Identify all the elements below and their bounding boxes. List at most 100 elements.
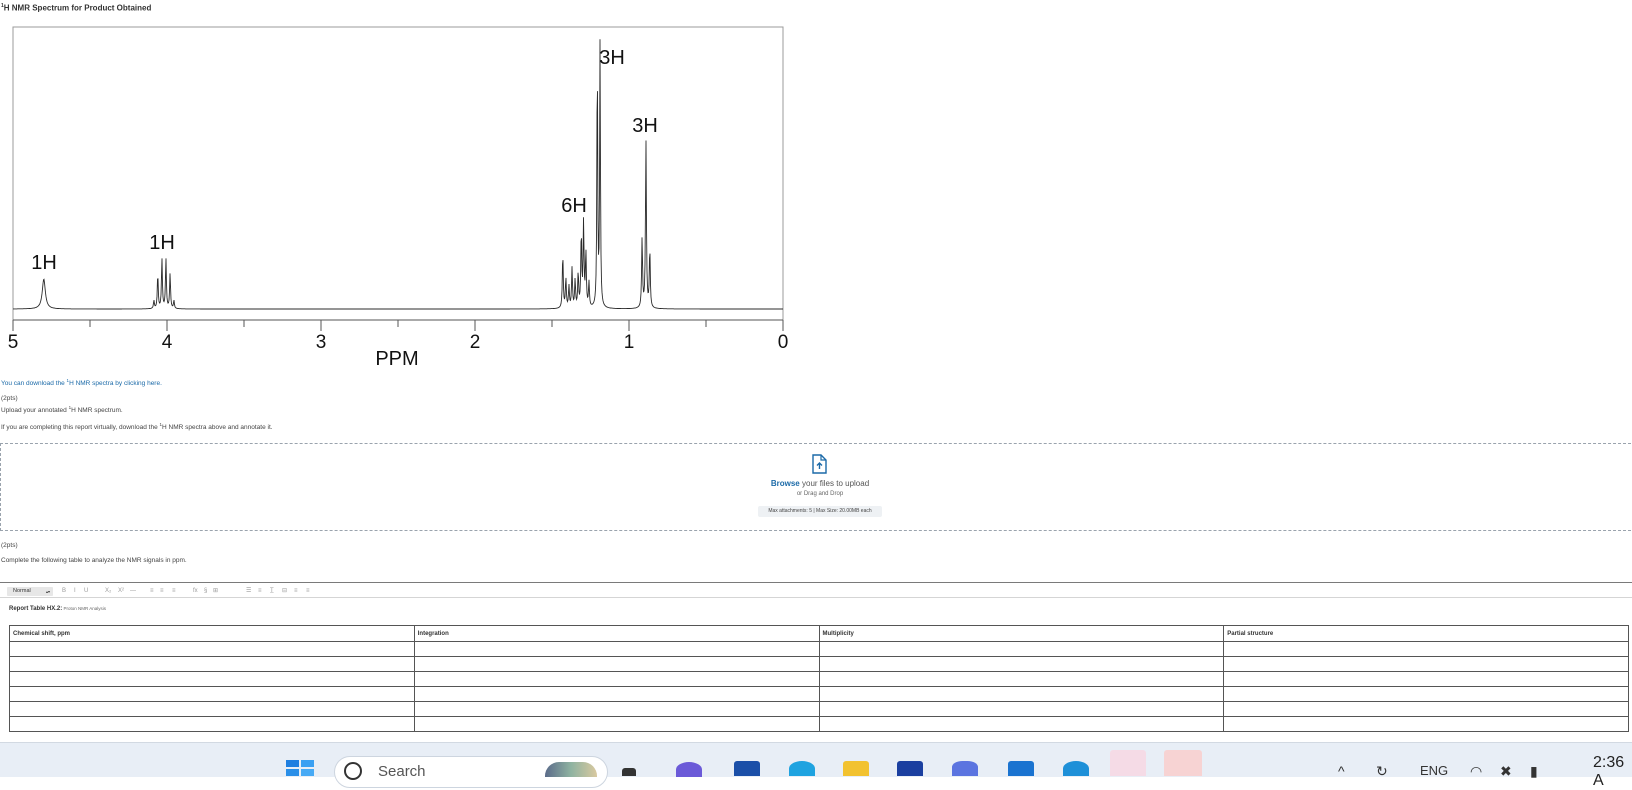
table-cell[interactable] bbox=[413, 701, 820, 717]
table-prompt: Complete the following table to analyze … bbox=[1, 557, 187, 564]
editor-toolbar-button[interactable]: ⊟ bbox=[282, 587, 287, 596]
title-text: H NMR Spectrum for Product Obtained bbox=[3, 3, 152, 13]
table-caption: Report Table HX.2: Proton NMR Analysis bbox=[9, 606, 106, 612]
table-row[interactable] bbox=[9, 656, 1629, 672]
table-cell[interactable] bbox=[9, 701, 415, 717]
browse-link[interactable]: Browse bbox=[771, 479, 800, 488]
table-row[interactable] bbox=[9, 671, 1629, 687]
download-link-text-end: H NMR spectra by clicking here. bbox=[69, 380, 162, 388]
peak-integration-label: 3H bbox=[599, 47, 625, 69]
table-cell[interactable] bbox=[818, 656, 1225, 672]
table-row[interactable] bbox=[9, 716, 1629, 732]
search-placeholder: Search bbox=[378, 763, 426, 780]
editor-toolbar-button[interactable]: ⊞ bbox=[213, 587, 218, 596]
volume-muted-icon[interactable]: ✖ bbox=[1500, 763, 1512, 780]
table-cell[interactable] bbox=[9, 656, 415, 672]
peak-integration-label: 1H bbox=[149, 232, 175, 254]
table-header-row: Chemical shift, ppm Integration Multipli… bbox=[9, 625, 1629, 642]
table-cell[interactable] bbox=[818, 671, 1225, 687]
x-axis-tick-label: 2 bbox=[470, 332, 481, 353]
editor-toolbar-button[interactable]: T̲ bbox=[270, 587, 274, 596]
table-row[interactable] bbox=[9, 641, 1629, 657]
editor-toolbar-button[interactable]: ≡ bbox=[150, 587, 154, 596]
battery-icon[interactable]: ▮ bbox=[1530, 763, 1538, 780]
editor-toolbar-button[interactable]: U bbox=[84, 587, 88, 596]
upload-prompt-text-end: H NMR spectrum. bbox=[71, 407, 123, 415]
x-axis-ticks bbox=[12, 320, 784, 331]
table-cell[interactable] bbox=[818, 641, 1225, 657]
app-icon-blue[interactable] bbox=[897, 761, 923, 776]
header-integration: Integration bbox=[413, 625, 820, 642]
table-cell[interactable] bbox=[413, 671, 820, 687]
x-axis-tick-label: 5 bbox=[8, 332, 19, 353]
x-axis-tick-label: 1 bbox=[624, 332, 635, 353]
tray-chevron-icon[interactable]: ^ bbox=[1338, 763, 1345, 779]
x-axis-tick-label: 4 bbox=[162, 332, 173, 353]
table-cell[interactable] bbox=[9, 716, 415, 732]
editor-toolbar-button[interactable]: ≡ bbox=[294, 587, 298, 596]
table-cell[interactable] bbox=[9, 671, 415, 687]
upload-prompt: Upload your annotated 1H NMR spectrum. bbox=[1, 405, 123, 414]
upload-instruction: If you are completing this report virtua… bbox=[1, 422, 273, 431]
refresh-icon[interactable]: ↻ bbox=[1376, 763, 1388, 780]
table-cell[interactable] bbox=[1223, 641, 1629, 657]
editor-toolbar-button[interactable]: — bbox=[130, 587, 136, 596]
x-axis-label: PPM bbox=[375, 348, 418, 370]
snipping-tool-icon[interactable] bbox=[1164, 750, 1202, 776]
caption-bold: Report Table HX.2: bbox=[9, 606, 63, 612]
file-explorer-icon[interactable] bbox=[843, 761, 869, 776]
editor-toolbar-button[interactable]: I bbox=[74, 587, 76, 596]
editor-toolbar-button[interactable]: § bbox=[204, 587, 207, 596]
mail-icon[interactable] bbox=[1008, 761, 1034, 776]
file-upload-icon[interactable] bbox=[810, 454, 828, 474]
table-cell[interactable] bbox=[818, 701, 1225, 717]
copilot-icon[interactable] bbox=[952, 761, 978, 776]
editor-toolbar-button[interactable]: ☰ bbox=[246, 587, 251, 596]
search-highlight-icon bbox=[545, 762, 597, 777]
download-spectra-link[interactable]: You can download the 1H NMR spectra by c… bbox=[1, 378, 162, 387]
table-cell[interactable] bbox=[1223, 656, 1629, 672]
nmr-spectrum-chart: 5 4 3 2 1 0 1H 1H 6H 3H 3H PPM bbox=[8, 26, 788, 370]
editor-toolbar-button[interactable]: ≡ bbox=[160, 587, 164, 596]
peak-integration-label: 3H bbox=[632, 115, 658, 137]
header-chemical-shift: Chemical shift, ppm bbox=[9, 625, 415, 642]
clock[interactable]: 2:36 A bbox=[1593, 754, 1632, 790]
table-cell[interactable] bbox=[413, 686, 820, 702]
table-cell[interactable] bbox=[413, 716, 820, 732]
paragraph-format-select[interactable]: Normal bbox=[7, 587, 53, 596]
table-cell[interactable] bbox=[1223, 686, 1629, 702]
peak-integration-label: 6H bbox=[561, 195, 587, 217]
header-partial-structure: Partial structure bbox=[1223, 625, 1629, 642]
table-cell[interactable] bbox=[818, 686, 1225, 702]
wifi-icon[interactable]: ◠ bbox=[1470, 763, 1482, 780]
table-cell[interactable] bbox=[1223, 671, 1629, 687]
editor-toolbar bbox=[0, 583, 1632, 598]
plot-frame bbox=[12, 26, 784, 321]
table-cell[interactable] bbox=[818, 716, 1225, 732]
table-cell[interactable] bbox=[413, 656, 820, 672]
editor-toolbar-button[interactable]: ≡ bbox=[306, 587, 310, 596]
table-cell[interactable] bbox=[1223, 716, 1629, 732]
windows-start-icon[interactable] bbox=[286, 760, 314, 776]
max-attachments-note: Max attachments: 5 | Max Size: 20.00MB e… bbox=[758, 506, 882, 517]
editor-toolbar-button[interactable]: X₂ bbox=[105, 587, 111, 596]
editor-toolbar-button[interactable]: X² bbox=[118, 587, 124, 596]
teams-icon[interactable] bbox=[1110, 750, 1146, 776]
table-row[interactable] bbox=[9, 686, 1629, 702]
editor-toolbar-button[interactable]: ≡ bbox=[258, 587, 262, 596]
cortana-icon[interactable] bbox=[1063, 761, 1089, 776]
table-cell[interactable] bbox=[413, 641, 820, 657]
table-cell[interactable] bbox=[9, 641, 415, 657]
store-icon[interactable] bbox=[734, 761, 760, 776]
report-table[interactable]: Chemical shift, ppm Integration Multipli… bbox=[9, 625, 1629, 732]
table-row[interactable] bbox=[9, 701, 1629, 717]
table-cell[interactable] bbox=[1223, 701, 1629, 717]
table-cell[interactable] bbox=[9, 686, 415, 702]
edge-browser-icon[interactable] bbox=[789, 761, 815, 776]
chat-app-icon[interactable] bbox=[676, 762, 702, 777]
task-view-icon[interactable] bbox=[622, 768, 636, 776]
editor-toolbar-button[interactable]: fx bbox=[193, 587, 198, 596]
editor-toolbar-button[interactable]: ≡ bbox=[172, 587, 176, 596]
drag-drop-hint: or Drag and Drop bbox=[796, 491, 844, 497]
editor-toolbar-button[interactable]: B bbox=[62, 587, 66, 596]
